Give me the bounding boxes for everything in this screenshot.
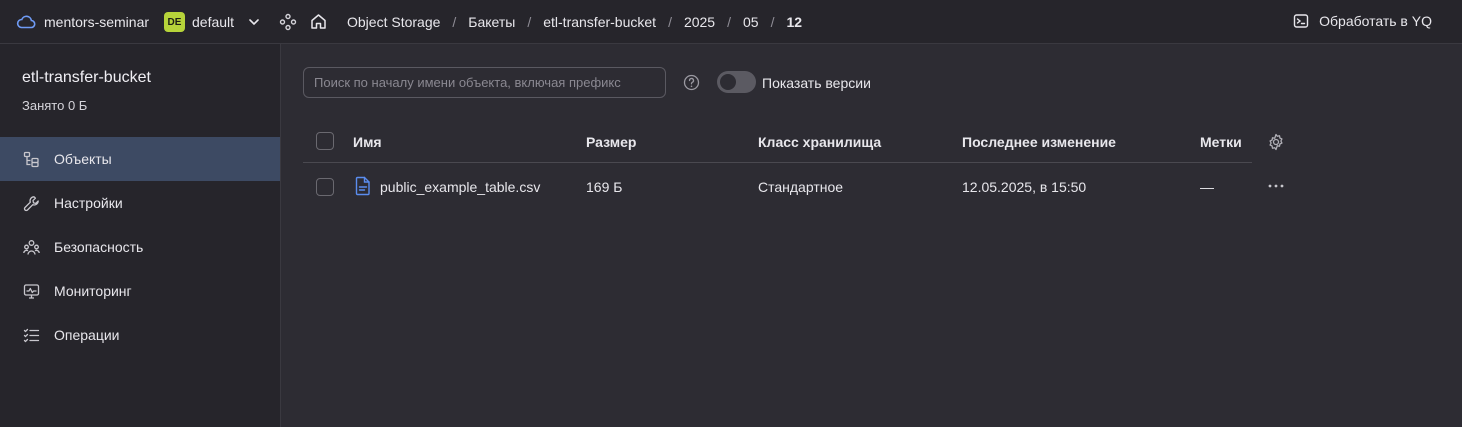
breadcrumb-year[interactable]: 2025: [684, 14, 715, 30]
sidebar-item-label: Объекты: [54, 151, 112, 167]
home-icon[interactable]: [309, 12, 328, 31]
breadcrumb-day: 12: [786, 14, 803, 30]
sidebar-item-label: Настройки: [54, 195, 123, 211]
sidebar-item-label: Мониторинг: [54, 283, 132, 299]
org-name[interactable]: mentors-seminar: [44, 14, 149, 30]
main-content: Показать версии Имя Размер Класс хранили…: [281, 44, 1462, 427]
breadcrumb: Object Storage / Бакеты / etl-transfer-buc…: [347, 14, 803, 30]
folder-badge: DE: [164, 12, 185, 32]
breadcrumb-buckets[interactable]: Бакеты: [468, 14, 515, 30]
table-row[interactable]: public_example_table.csv 169 Б Стандартн…: [303, 163, 1252, 209]
process-in-yq-label: Обработать в YQ: [1319, 13, 1432, 29]
objects-table: Имя Размер Класс хранилища Последнее изм…: [303, 119, 1252, 209]
column-header-modified[interactable]: Последнее изменение: [962, 134, 1116, 150]
bucket-title: etl-transfer-bucket: [22, 69, 151, 86]
services-icon[interactable]: [279, 13, 297, 31]
file-modified: 12.05.2025, в 15:50: [962, 179, 1087, 195]
breadcrumb-month[interactable]: 05: [743, 14, 759, 30]
objects-icon: [23, 151, 39, 167]
wrench-icon: [23, 195, 39, 211]
folder-selector[interactable]: default: [192, 14, 234, 30]
row-checkbox[interactable]: [316, 178, 334, 196]
show-versions-toggle[interactable]: [717, 71, 756, 93]
gear-icon[interactable]: [1267, 133, 1285, 151]
breadcrumb-object-storage[interactable]: Object Storage: [347, 14, 440, 30]
file-size: 169 Б: [586, 179, 623, 195]
file-tags: —: [1200, 179, 1214, 195]
search-input[interactable]: [303, 67, 666, 98]
bucket-usage: Занято 0 Б: [22, 98, 88, 113]
sidebar-item-monitoring[interactable]: Мониторинг: [0, 269, 280, 313]
list-icon: [23, 328, 40, 342]
column-header-name[interactable]: Имя: [353, 134, 382, 150]
table-header: Имя Размер Класс хранилища Последнее изм…: [303, 119, 1252, 163]
monitor-icon: [23, 283, 40, 299]
breadcrumb-bucket[interactable]: etl-transfer-bucket: [543, 14, 656, 30]
sidebar-item-label: Операции: [54, 327, 120, 343]
more-actions-icon[interactable]: [1266, 178, 1286, 194]
terminal-icon: [1293, 14, 1309, 28]
select-all-checkbox[interactable]: [316, 132, 334, 150]
column-header-size[interactable]: Размер: [586, 134, 636, 150]
cloud-icon[interactable]: [16, 13, 36, 31]
sidebar-item-security[interactable]: Безопасность: [0, 225, 280, 269]
sidebar-item-operations[interactable]: Операции: [0, 313, 280, 357]
column-header-tags[interactable]: Метки: [1200, 134, 1242, 150]
file-storage-class: Стандартное: [758, 179, 844, 195]
sidebar-item-label: Безопасность: [54, 239, 144, 255]
file-name-link[interactable]: public_example_table.csv: [380, 179, 540, 195]
sidebar: etl-transfer-bucket Занято 0 Б Объекты Н…: [0, 44, 281, 427]
process-in-yq-button[interactable]: Обработать в YQ: [1293, 13, 1432, 29]
sidebar-item-settings[interactable]: Настройки: [0, 181, 280, 225]
top-bar: mentors-seminar DE default Object Storag…: [0, 0, 1462, 44]
help-icon[interactable]: [683, 74, 700, 91]
sidebar-item-objects[interactable]: Объекты: [0, 137, 280, 181]
users-icon: [23, 239, 40, 255]
chevron-down-icon[interactable]: [247, 15, 261, 29]
show-versions-label: Показать версии: [762, 75, 871, 91]
sidebar-nav: Объекты Настройки Безопасность Мониторин…: [0, 137, 280, 357]
column-header-storage-class[interactable]: Класс хранилища: [758, 134, 881, 150]
file-icon: [355, 176, 370, 196]
